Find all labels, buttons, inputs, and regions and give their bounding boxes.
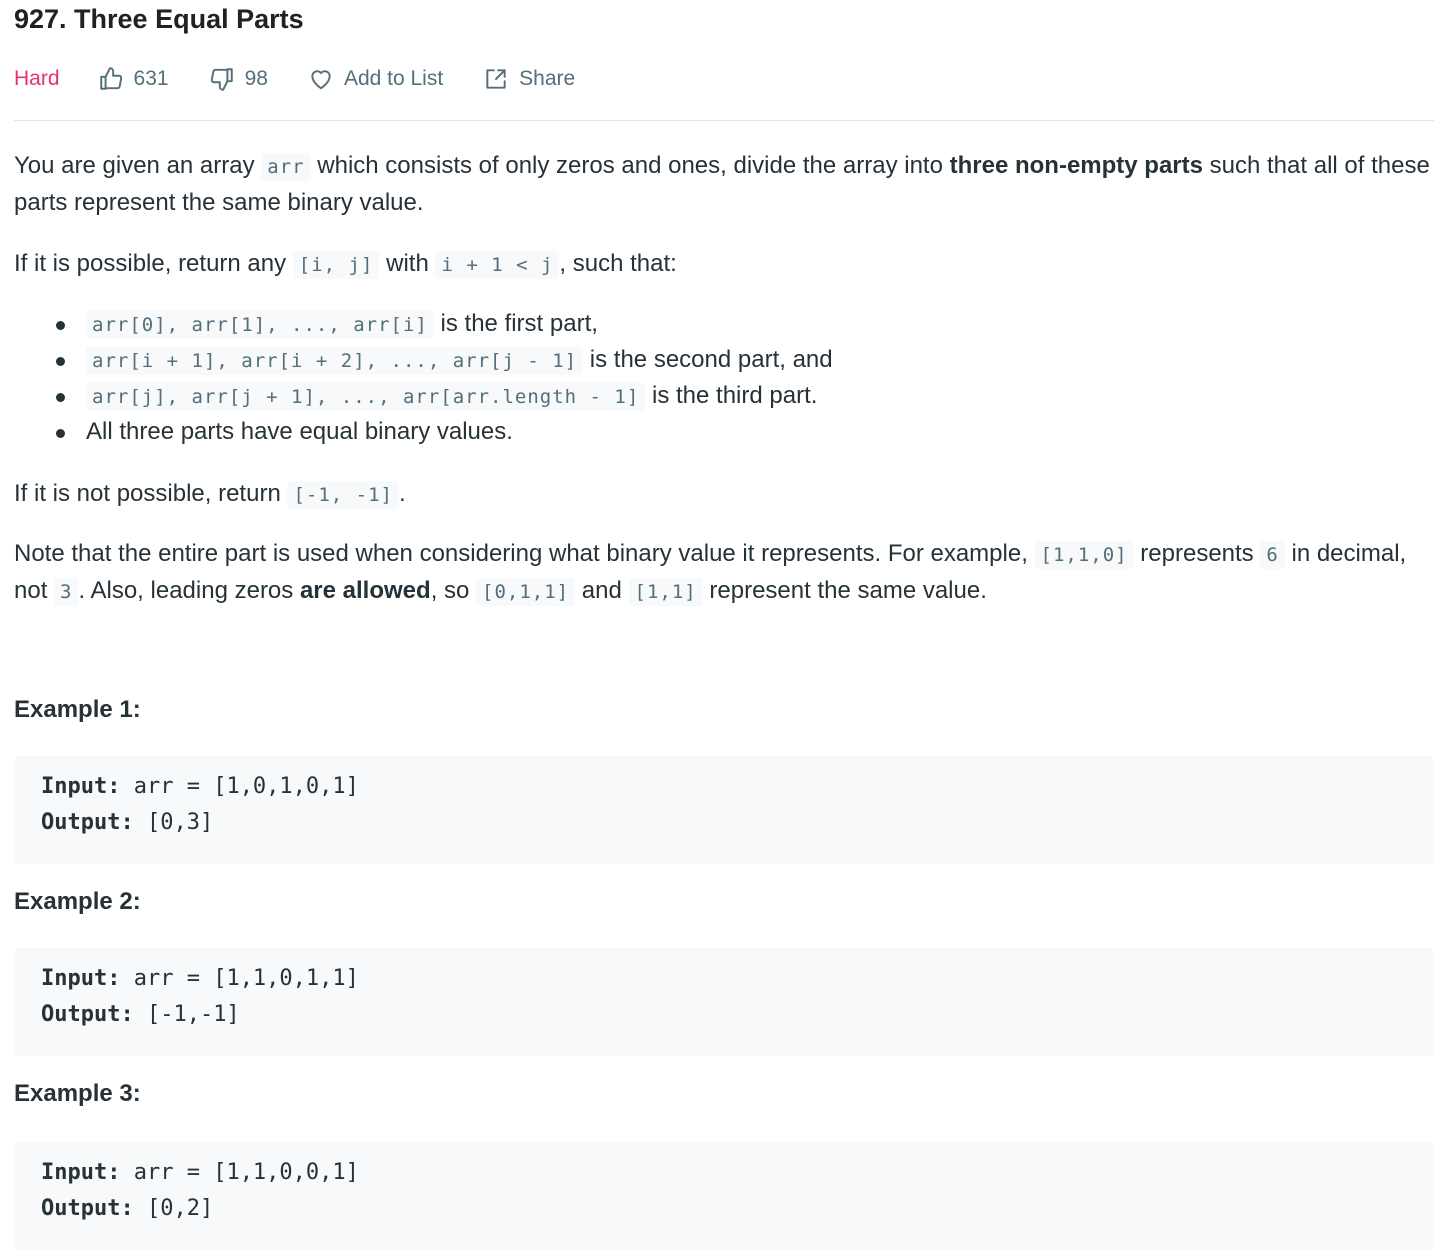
example-heading: Example 1: — [14, 696, 141, 723]
example-input-line: Input: arr = [1,1,0,0,1] — [41, 1160, 359, 1185]
header-divider — [14, 120, 1434, 121]
text: If it is possible, return any — [14, 250, 293, 277]
text: represents — [1133, 540, 1261, 567]
inline-code: 3 — [54, 578, 79, 606]
dislike-count: 98 — [244, 67, 268, 90]
output-value: [-1,-1] — [133, 1002, 240, 1027]
text: , so — [430, 577, 477, 604]
problem-meta-bar: Hard 631 98 Add to List Share — [14, 60, 615, 98]
parts-list: arr[0], arr[1], ..., arr[i] is the first… — [14, 306, 833, 450]
problem-title: 927. Three Equal Parts — [14, 4, 304, 34]
inline-code: arr[0], arr[1], ..., arr[i] — [86, 311, 434, 339]
text: You are given an array — [14, 152, 262, 179]
difficulty-badge: Hard — [14, 67, 60, 90]
share-icon — [486, 69, 506, 89]
output-label: Output: — [41, 1196, 134, 1221]
share-button[interactable]: Share — [483, 66, 575, 92]
output-label: Output: — [41, 1002, 134, 1027]
description-paragraph: If it is possible, return any [i, j] wit… — [14, 246, 1434, 283]
output-value: [0,3] — [133, 810, 214, 835]
input-label: Input: — [41, 966, 121, 991]
example-code-block: Input: arr = [1,1,0,0,1] Output: [0,2] — [14, 1142, 1434, 1250]
list-item: All three parts have equal binary values… — [56, 414, 833, 450]
like-count: 631 — [133, 67, 169, 90]
thumbs-up-icon — [99, 67, 122, 90]
output-label: Output: — [41, 810, 134, 835]
inline-code: [i, j] — [292, 251, 380, 279]
inline-code: 6 — [1260, 541, 1285, 569]
example-output-line: Output: [0,2] — [41, 1196, 213, 1221]
example-input-line: Input: arr = [1,0,1,0,1] — [41, 774, 359, 799]
description-paragraph: Note that the entire part is used when c… — [14, 536, 1434, 610]
text: If it is not possible, return — [14, 480, 288, 507]
text: All three parts have equal binary values… — [86, 418, 513, 445]
list-item: arr[j], arr[j + 1], ..., arr[arr.length … — [56, 378, 833, 414]
add-to-list-label: Add to List — [343, 67, 444, 90]
inline-code: arr — [261, 153, 311, 181]
text: which consists of only zeros and ones, d… — [310, 152, 950, 179]
text: is the second part, and — [583, 346, 833, 373]
text: is the first part, — [433, 310, 598, 337]
input-label: Input: — [41, 774, 121, 799]
example-code-block: Input: arr = [1,1,0,1,1] Output: [-1,-1] — [14, 948, 1434, 1056]
list-item: arr[i + 1], arr[i + 2], ..., arr[j - 1] … — [56, 342, 833, 378]
example-input-line: Input: arr = [1,1,0,1,1] — [41, 966, 359, 991]
bold-text: are allowed — [299, 577, 431, 604]
add-to-list-button[interactable]: Add to List — [308, 66, 443, 92]
example-output-line: Output: [0,3] — [41, 810, 213, 835]
text: is the third part. — [645, 382, 818, 409]
output-value: [0,2] — [133, 1196, 214, 1221]
inline-code: arr[i + 1], arr[i + 2], ..., arr[j - 1] — [86, 347, 584, 375]
inline-code: [1,1,0] — [1034, 541, 1134, 569]
inline-code: arr[j], arr[j + 1], ..., arr[arr.length … — [86, 383, 646, 411]
example-heading: Example 3: — [14, 1080, 141, 1107]
inline-code: [-1, -1] — [287, 481, 399, 509]
list-item: arr[0], arr[1], ..., arr[i] is the first… — [56, 306, 833, 342]
heart-icon — [311, 70, 331, 90]
text: and — [575, 577, 629, 604]
example-heading: Example 2: — [14, 888, 141, 915]
like-button[interactable]: 631 — [98, 66, 169, 92]
inline-code: i + 1 < j — [435, 251, 560, 279]
inline-code: [1,1] — [628, 578, 703, 606]
example-code-block: Input: arr = [1,0,1,0,1] Output: [0,3] — [14, 756, 1434, 864]
bold-text: three non-empty parts — [949, 152, 1203, 179]
text: , such that: — [559, 250, 677, 277]
thumbs-down-icon — [210, 68, 233, 91]
description-paragraph: You are given an array arr which consist… — [14, 148, 1434, 221]
text: Note that the entire part is used when c… — [14, 540, 1035, 567]
text: . — [398, 480, 406, 507]
input-value: arr = [1,0,1,0,1] — [120, 774, 359, 799]
example-output-line: Output: [-1,-1] — [41, 1002, 240, 1027]
text: . Also, leading zeros — [78, 577, 300, 604]
text: represent the same value. — [702, 577, 987, 604]
description-paragraph: If it is not possible, return [-1, -1]. — [14, 476, 1434, 513]
input-value: arr = [1,1,0,0,1] — [120, 1160, 359, 1185]
text: with — [379, 250, 436, 277]
dislike-button[interactable]: 98 — [209, 66, 268, 92]
input-value: arr = [1,1,0,1,1] — [120, 966, 359, 991]
input-label: Input: — [41, 1160, 121, 1185]
inline-code: [0,1,1] — [476, 578, 576, 606]
share-label: Share — [519, 67, 576, 90]
